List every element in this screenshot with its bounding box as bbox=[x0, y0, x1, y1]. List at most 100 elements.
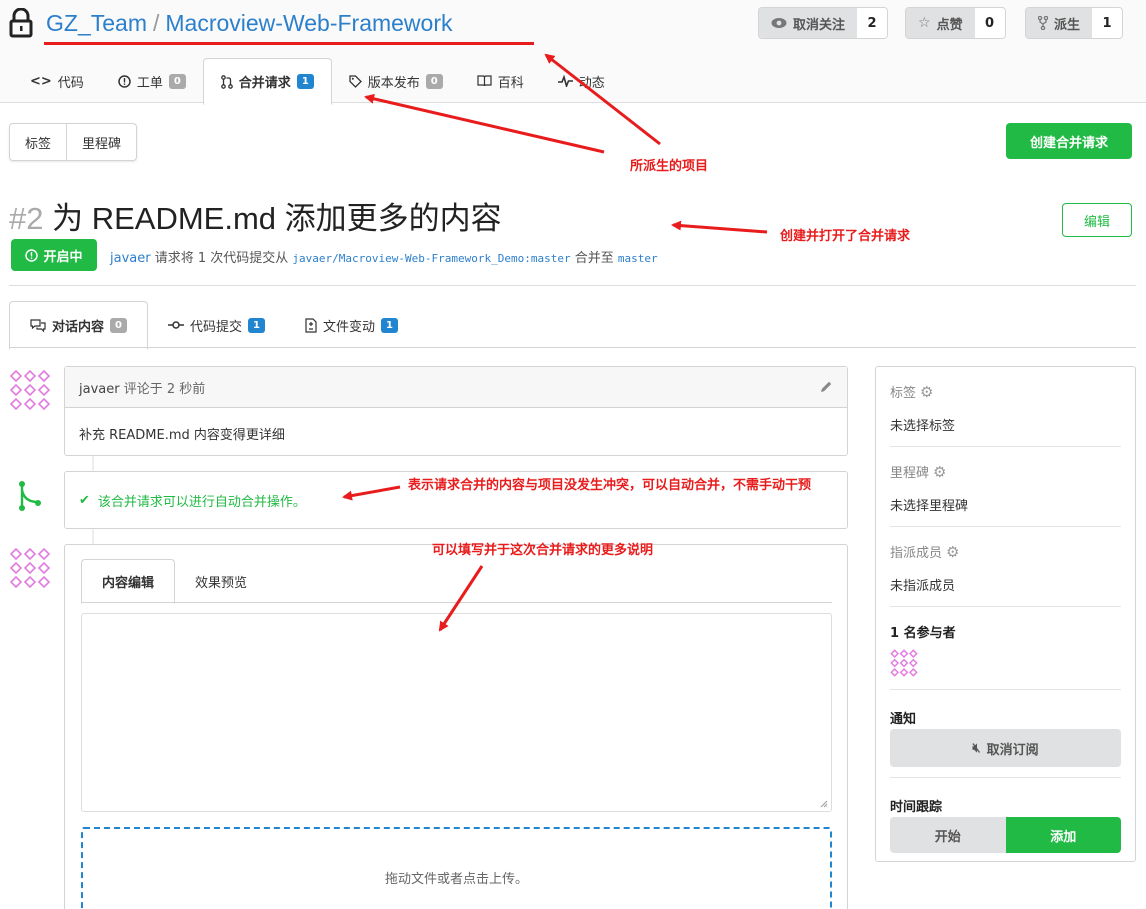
merge-status-text: 该合并请求可以进行自动合并操作。 bbox=[97, 494, 306, 510]
pr-meta-text-2: 合并至 bbox=[574, 251, 614, 266]
avatar[interactable] bbox=[9, 369, 51, 411]
status-label: 开启中 bbox=[43, 249, 83, 265]
code-icon: <> bbox=[30, 73, 52, 89]
pr-title: #2 为 README.md 添加更多的内容 bbox=[9, 193, 502, 238]
conversation-icon bbox=[30, 318, 46, 332]
create-pr-button[interactable]: 创建合并请求 bbox=[1006, 123, 1132, 159]
avatar[interactable] bbox=[9, 547, 51, 589]
sidebar-participants: 1 名参与者 bbox=[890, 607, 1121, 690]
mute-icon: 🔇︎ bbox=[972, 740, 981, 756]
pr-author-link[interactable]: javaer bbox=[110, 251, 151, 266]
divider bbox=[9, 285, 1136, 286]
pr-meta: javaer 请求将 1 次代码提交从 javaer/Macroview-Web… bbox=[110, 247, 658, 266]
time-tracking-buttons: 开始 添加 bbox=[890, 817, 1121, 853]
start-timer-button[interactable]: 开始 bbox=[890, 817, 1006, 853]
issue-open-icon bbox=[25, 248, 39, 262]
file-dropzone[interactable]: 拖动文件或者点击上传。 bbox=[81, 827, 832, 909]
tab-issues-badge: 0 bbox=[168, 73, 186, 89]
fork-icon bbox=[1038, 16, 1048, 30]
tab-write[interactable]: 内容编辑 bbox=[81, 559, 176, 604]
tab-releases-badge: 0 bbox=[425, 73, 443, 89]
sidebar-milestone: 里程碑 ⚙ 未选择里程碑 bbox=[890, 447, 1121, 527]
sidebar-assignees-title[interactable]: 指派成员 ⚙ bbox=[890, 542, 1121, 562]
edit-button[interactable]: 编辑 bbox=[1062, 203, 1132, 237]
repo-separator: / bbox=[152, 10, 160, 36]
sidebar-labels: 标签 ⚙ 未选择标签 bbox=[890, 367, 1121, 447]
gear-icon[interactable]: ⚙ bbox=[933, 463, 946, 481]
head-branch[interactable]: javaer/Macroview-Web-Framework_Demo:mast… bbox=[292, 252, 570, 265]
unsubscribe-label: 取消订阅 bbox=[986, 742, 1039, 758]
tab-commits-badge: 1 bbox=[248, 317, 265, 333]
base-branch[interactable]: master bbox=[618, 252, 658, 265]
tab-releases-label: 版本发布 bbox=[367, 75, 420, 91]
timeline-line bbox=[92, 529, 94, 544]
file-diff-icon bbox=[305, 317, 317, 333]
divider bbox=[81, 602, 832, 603]
gear-icon[interactable]: ⚙ bbox=[920, 383, 933, 401]
sidebar-labels-title-text: 标签 bbox=[890, 386, 917, 401]
sidebar-labels-title[interactable]: 标签 ⚙ bbox=[890, 382, 1121, 402]
watch-button[interactable]: 取消关注 bbox=[759, 8, 858, 38]
notification-title: 通知 bbox=[890, 712, 917, 727]
tab-conversation-badge: 0 bbox=[110, 318, 127, 333]
comment-header: javaer 评论于 2 秒前 bbox=[65, 367, 847, 408]
tab-pull-requests[interactable]: 合并请求 1 bbox=[202, 58, 332, 105]
pencil-icon[interactable] bbox=[819, 380, 833, 394]
unsubscribe-button[interactable]: 🔇︎ 取消订阅 bbox=[890, 729, 1121, 767]
sidebar-milestone-title[interactable]: 里程碑 ⚙ bbox=[890, 462, 1121, 482]
pr-sidebar: 标签 ⚙ 未选择标签 里程碑 ⚙ 未选择里程碑 指派成员 ⚙ 未指派成员 1 名… bbox=[875, 366, 1136, 862]
tab-activity[interactable]: 动态 bbox=[541, 58, 622, 104]
sidebar-assignees: 指派成员 ⚙ 未指派成员 bbox=[890, 527, 1121, 607]
issue-icon bbox=[118, 74, 131, 88]
divider bbox=[9, 347, 1136, 348]
tab-preview[interactable]: 效果预览 bbox=[175, 559, 267, 603]
comment-author[interactable]: javaer bbox=[79, 382, 120, 397]
lock-icon bbox=[9, 8, 33, 38]
comment-body: 补充 README.md 内容变得更详细 bbox=[79, 428, 285, 443]
star-icon: ☆ bbox=[918, 15, 931, 31]
fork-label: 派生 bbox=[1054, 17, 1081, 33]
tab-conversation[interactable]: 对话内容 0 bbox=[9, 301, 148, 350]
avatar[interactable] bbox=[890, 649, 918, 677]
sidebar-labels-value: 未选择标签 bbox=[890, 419, 956, 434]
pull-request-icon bbox=[220, 74, 233, 89]
gear-icon[interactable]: ⚙ bbox=[946, 543, 959, 561]
tab-files-changed[interactable]: 文件变动 1 bbox=[285, 301, 418, 349]
comment: javaer 评论于 2 秒前 补充 README.md 内容变得更详细 bbox=[64, 366, 848, 456]
tab-releases[interactable]: 版本发布 0 bbox=[332, 58, 460, 104]
fork-button[interactable]: 派生 bbox=[1026, 8, 1093, 38]
sidebar-assignees-value: 未指派成员 bbox=[890, 579, 956, 594]
merge-icon bbox=[19, 481, 41, 511]
tab-code[interactable]: <> 代码 bbox=[13, 58, 101, 104]
comment-textarea[interactable] bbox=[81, 613, 832, 812]
comment-time: 评论于 2 秒前 bbox=[123, 381, 206, 397]
milestones-button[interactable]: 里程碑 bbox=[66, 124, 136, 160]
sidebar-notifications: 通知 🔇︎ 取消订阅 bbox=[890, 690, 1121, 778]
eye-icon bbox=[771, 18, 787, 28]
tab-wiki[interactable]: 百科 bbox=[460, 58, 541, 104]
resize-handle-icon[interactable] bbox=[820, 800, 828, 808]
tab-commits[interactable]: 代码提交 1 bbox=[148, 301, 285, 349]
star-button[interactable]: ☆ 点赞 bbox=[906, 8, 975, 38]
annotation-more-description: 可以填写并于这次合并请求的更多说明 bbox=[432, 543, 654, 558]
tab-commits-label: 代码提交 bbox=[189, 319, 242, 335]
fork-group: 派生 1 bbox=[1025, 7, 1124, 39]
pr-tabs: 对话内容 0 代码提交 1 文件变动 1 bbox=[9, 301, 418, 350]
annotation-no-conflict: 表示请求合并的内容与项目没发生冲突，可以自动合并，不需手动干预 bbox=[408, 478, 812, 493]
tab-activity-label: 动态 bbox=[578, 75, 605, 91]
repo-header: GZ_Team / Macroview-Web-Framework 取消关注 2 ☆… bbox=[0, 0, 1146, 105]
tab-issues[interactable]: 工单 0 bbox=[101, 58, 203, 104]
star-count[interactable]: 0 bbox=[974, 8, 1005, 38]
watch-group: 取消关注 2 bbox=[758, 7, 889, 39]
repo-title: GZ_Team / Macroview-Web-Framework bbox=[46, 10, 453, 37]
repo-name-link[interactable]: Macroview-Web-Framework bbox=[165, 10, 452, 36]
fork-count[interactable]: 1 bbox=[1092, 8, 1123, 38]
repo-owner-link[interactable]: GZ_Team bbox=[46, 10, 147, 36]
sidebar-time-tracking: 时间跟踪 开始 添加 bbox=[890, 778, 1121, 853]
status-badge: 开启中 bbox=[11, 239, 97, 271]
sidebar-milestone-title-text: 里程碑 bbox=[890, 466, 930, 481]
watch-count[interactable]: 2 bbox=[857, 8, 888, 38]
add-time-button[interactable]: 添加 bbox=[1005, 817, 1121, 853]
labels-button[interactable]: 标签 bbox=[10, 124, 66, 160]
annotation-forked-project: 所派生的项目 bbox=[630, 159, 709, 174]
